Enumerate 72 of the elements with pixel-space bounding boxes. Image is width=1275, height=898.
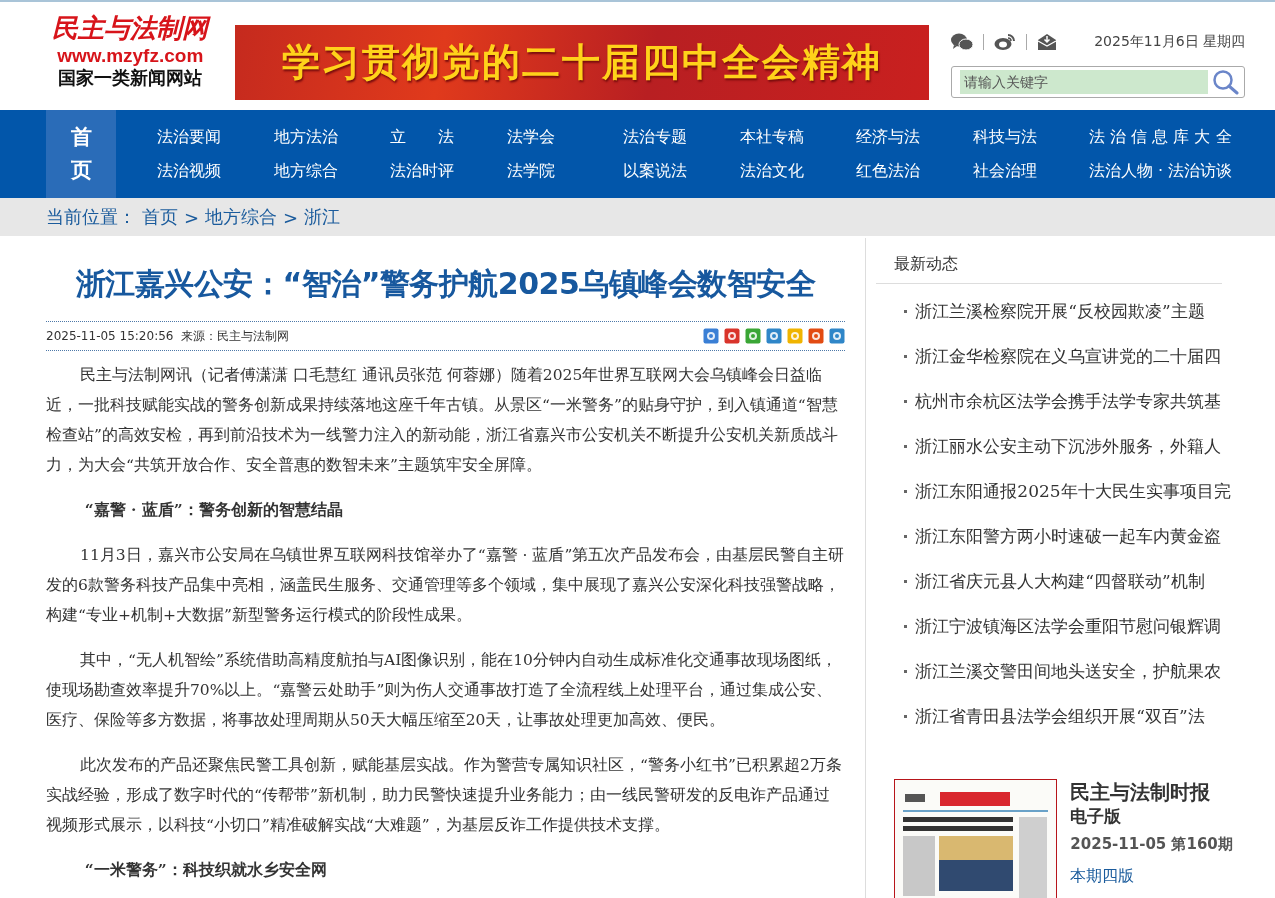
mail-icon[interactable] [1036, 33, 1057, 51]
nav-link[interactable]: 本社专稿 [737, 120, 806, 154]
breadcrumb-separator: > [184, 206, 200, 228]
publish-time: 2025-11-05 15:20:56 [46, 329, 174, 343]
breadcrumb-link[interactable]: 首页 [142, 205, 178, 229]
news-link[interactable]: 浙江省庆元县人大构建“四督联动”机制 [915, 570, 1205, 593]
current-date: 2025年11月6日 星期四 [1094, 33, 1245, 51]
newspaper-title: 民主与法制时报 [1070, 779, 1212, 805]
nav-link[interactable]: 红色法治 [854, 154, 922, 188]
bullet-icon [904, 625, 908, 628]
news-link[interactable]: 浙江宁波镇海区法学会重阳节慰问银辉调 [915, 615, 1222, 638]
chat-bubbles-icon[interactable] [950, 33, 973, 51]
edition-label: 电子版 [1070, 805, 1123, 827]
nav-link[interactable]: 法治要闻 [155, 120, 223, 154]
nav-link[interactable]: 法治文化 [737, 154, 806, 188]
bullet-icon [904, 715, 908, 718]
bullet-icon [904, 670, 908, 673]
share-icon[interactable] [766, 328, 783, 344]
bullet-icon [904, 580, 908, 583]
nav-link[interactable]: 地方综合 [271, 154, 340, 188]
share-icon[interactable] [745, 328, 762, 344]
nav-link[interactable]: 法治专题 [621, 120, 689, 154]
news-link[interactable]: 浙江东阳通报2025年十大民生实事项目完 [915, 480, 1231, 503]
home-tab[interactable]: 首页 [46, 110, 116, 198]
article-title: 浙江嘉兴公安：“智治”警务护航2025乌镇峰会数智安全 [74, 265, 817, 303]
search-field[interactable]: 请输入关键字 [950, 66, 1245, 98]
nav-link[interactable]: 法 治 信 息 库 大 全 [1087, 120, 1234, 154]
news-link[interactable]: 浙江省青田县法学会组织开展“双百”法 [915, 705, 1205, 728]
swirl-icon[interactable] [993, 33, 1016, 51]
article-paragraph: 其中，“无人机智绘”系统借助高精度航拍与AI图像识别，能在10分钟内自动生成标准化交通事故现场图纸，使现场勘查效率提升70%以上。“嘉警云处助手”则为伤人交通事故打造了全流程线上处理平台，通过集成公安、医疗、保险等多方数据，将事故处理周期从50天大幅压缩至20天，让事故处理更加高效、便民。 [46, 650, 838, 731]
nav-link[interactable]: 法学会 [504, 120, 557, 154]
news-link[interactable]: 浙江丽水公安主动下沉涉外服务，外籍人 [915, 435, 1222, 458]
bullet-icon [904, 400, 908, 403]
share-icon[interactable] [829, 328, 846, 344]
bullet-icon [904, 535, 908, 538]
share-icon[interactable] [808, 328, 825, 344]
nav-link[interactable]: 法治时评 [388, 154, 456, 188]
nav-link[interactable]: 法治视频 [155, 154, 223, 188]
article-source: 来源：民主与法制网 [181, 327, 290, 345]
breadcrumb-link[interactable]: 浙江 [304, 205, 341, 229]
bullet-icon [904, 445, 908, 448]
bullet-icon [904, 490, 908, 493]
bullet-icon [904, 310, 908, 313]
news-link[interactable]: 杭州市余杭区法学会携手法学专家共筑基 [915, 390, 1222, 413]
share-icon[interactable] [703, 328, 720, 344]
news-link[interactable]: 浙江东阳警方两小时速破一起车内黄金盗 [915, 525, 1222, 548]
search-icon[interactable] [1212, 69, 1240, 95]
nav-link[interactable]: 科技与法 [970, 120, 1039, 154]
article-paragraph: 11月3日，嘉兴市公安局在乌镇世界互联网科技馆举办了“嘉警 · 蓝盾”第五次产品发布会，由基层民警自主研发的6款警务科技产品集中亮相，涵盖民生服务、交通管理等多个领域，集中展现了嘉兴公安深化科技强警战略，构建“专业+机制+大数据”新型警务运行模式的阶段性成果。 [46, 545, 846, 626]
issue-link[interactable]: 本期四版 [1070, 866, 1233, 887]
nav-link[interactable]: 法治人物 · 法治访谈 [1087, 154, 1235, 188]
nav-link[interactable]: 立 法 [388, 120, 456, 154]
breadcrumb-separator: > [283, 206, 299, 228]
nav-link[interactable]: 社会治理 [970, 154, 1039, 188]
nav-link[interactable]: 经济与法 [854, 120, 922, 154]
news-link[interactable]: 浙江兰溪交警田间地头送安全，护航果农 [915, 660, 1222, 683]
nav-link[interactable]: 法学院 [504, 154, 557, 188]
news-link[interactable]: 浙江兰溪检察院开展“反校园欺凌”主题 [915, 300, 1205, 323]
nav-link[interactable]: 以案说法 [621, 154, 689, 188]
issue-info: 2025-11-05 第160期 [1070, 835, 1233, 854]
article-paragraph: 民主与法制网讯（记者傅潇潇 口毛慧红 通讯员张范 何蓉娜）随着2025年世界互联网大会乌镇峰会日益临近，一批科技赋能实战的警务创新成果持续落地这座千年古镇。从景区“一米警务”的贴身守护，到入镇通道“智慧检查站”的高效安检，再到前沿技术为一线警力注入的新动能，浙江省嘉兴市公安机关不断提升公安机关新质战斗力，为大会“共筑开放合作、安全普惠的数智未来”主题筑牢安全屏障。 [46, 365, 839, 476]
breadcrumb-link[interactable]: 地方综合 [205, 205, 278, 229]
share-icon[interactable] [724, 328, 741, 344]
site-logo[interactable]: 民主与法制网 www.mzyfz.com 国家一类新闻网站 [46, 2, 215, 110]
news-link[interactable]: 浙江金华检察院在义乌宣讲党的二十届四 [915, 345, 1222, 368]
breadcrumb-label: 当前位置： [46, 205, 136, 229]
section-heading: “嘉警 · 蓝盾”：警务创新的智慧结晶 [83, 499, 344, 521]
section-title: 最新动态 [876, 238, 1223, 284]
article-paragraph: 此次发布的产品还聚焦民警工具创新，赋能基层实战。作为警营专属知识社区，“警务小红书”已积累超2万条实战经验，形成了数字时代的“传帮带”新机制，助力民警快速提升业务能力；由一线民警研发的反电诈产品通过视频形式展示，以科技“小切口”精准破解实战“大难题”，为基层反诈工作提供技术支撑。 [46, 755, 843, 836]
bullet-icon [904, 355, 908, 358]
nav-link[interactable]: 地方法治 [271, 120, 340, 154]
section-heading: “一米警务”：科技织就水乡安全网 [83, 859, 328, 881]
